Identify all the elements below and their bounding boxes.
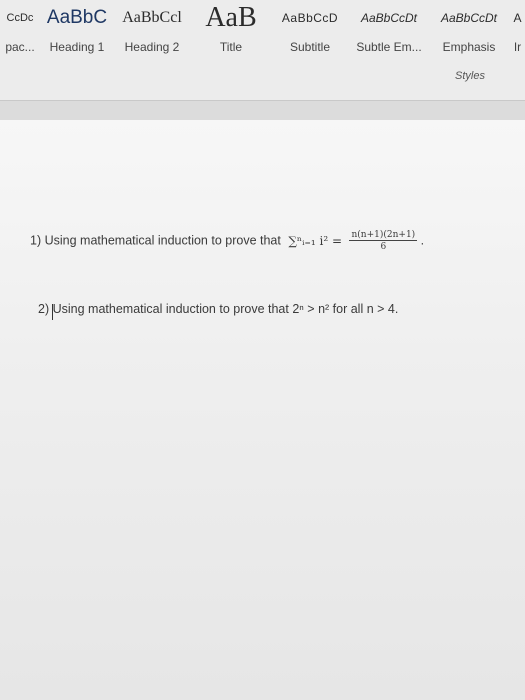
style-intense[interactable]: A Ir (510, 0, 525, 64)
summation-formula: ∑ⁿᵢ₌₁ i² = (288, 234, 342, 248)
question-number: 1) (30, 233, 42, 248)
style-name: Emphasis (442, 40, 496, 54)
question-1: 1) Using mathematical induction to prove… (30, 230, 424, 252)
style-sample: AaBbC (46, 7, 108, 28)
style-name: Ir (513, 40, 522, 54)
styles-ribbon: CcDc pac... AaBbC Heading 1 AaBbCcl Head… (0, 0, 525, 101)
style-subtitle[interactable]: AaBbCcD Subtitle (272, 0, 348, 64)
style-heading-2[interactable]: AaBbCcl Heading 2 (114, 0, 190, 64)
style-sample: AaBbCcDt (440, 11, 498, 25)
question-text: Using mathematical induction to prove th… (44, 233, 281, 248)
style-sample: AaBbCcDt (360, 11, 418, 25)
style-sample: CcDc (6, 12, 34, 24)
style-heading-1[interactable]: AaBbC Heading 1 (42, 0, 112, 64)
style-sample: AaBbCcl (122, 9, 182, 26)
question-tail: . (420, 233, 425, 248)
question-text: Using mathematical induction to prove th… (52, 302, 399, 316)
style-no-spacing[interactable]: CcDc pac... (0, 0, 42, 64)
fraction-denominator: 6 (380, 242, 387, 252)
style-name: Subtitle (289, 40, 331, 54)
question-number: 2) (38, 302, 50, 316)
style-emphasis[interactable]: AaBbCcDt Emphasis (430, 0, 508, 64)
style-name: Heading 1 (49, 40, 105, 54)
style-name: Subtle Em... (356, 40, 422, 54)
fraction: n(n+1)(2n+1) 6 (349, 230, 418, 252)
fraction-numerator: n(n+1)(2n+1) (349, 230, 418, 241)
style-title[interactable]: AaB Title (192, 0, 270, 64)
style-subtle-emphasis[interactable]: AaBbCcDt Subtle Em... (350, 0, 428, 64)
question-2: 2) Using mathematical induction to prove… (38, 302, 398, 316)
style-gallery: CcDc pac... AaBbC Heading 1 AaBbCcl Head… (0, 0, 525, 70)
style-name: pac... (5, 40, 35, 54)
style-sample: AaB (205, 2, 257, 33)
style-name: Heading 2 (124, 40, 180, 54)
style-sample: A (513, 11, 522, 25)
styles-group-label: Styles (455, 70, 485, 82)
style-name: Title (219, 40, 243, 54)
style-sample: AaBbCcD (281, 11, 339, 25)
text-cursor (52, 304, 53, 320)
document-page[interactable]: 1) Using mathematical induction to prove… (0, 120, 525, 700)
